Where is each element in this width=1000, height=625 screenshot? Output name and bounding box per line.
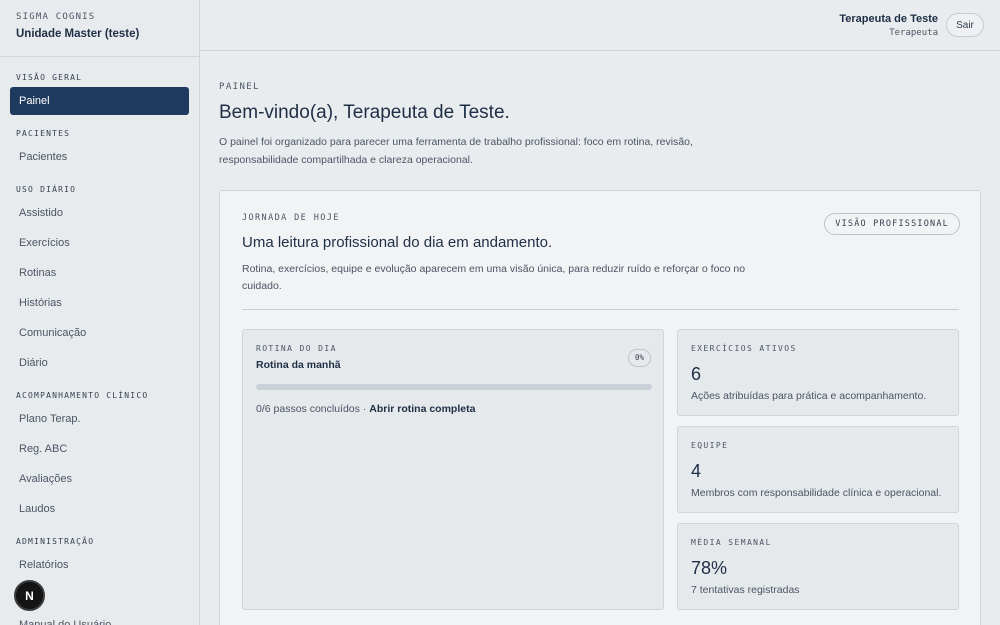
stat-card-team: EQUIPE 4 Membros com responsabilidade cl… [677,426,959,513]
routine-title: Rotina da manhã [256,359,341,371]
sidebar-item-rotinas[interactable]: Rotinas [10,259,189,287]
journey-kicker: JORNADA DE HOJE [242,213,340,223]
page-description: O painel foi organizado para parecer uma… [219,136,693,166]
page-title: Bem-vindo(a), Terapeuta de Teste. [219,102,510,123]
routine-progress-bar [256,384,652,390]
journey-description: Rotina, exercícios, equipe e evolução ap… [242,263,746,292]
logout-button[interactable]: Sair [946,13,984,37]
stat-value: 6 [691,364,702,384]
routine-status: 0/6 passos concluídos · Abrir rotina com… [256,403,475,415]
stat-kicker: EXERCÍCIOS ATIVOS [691,344,797,353]
user-name: Terapeuta de Teste [839,13,938,25]
routine-steps-text: 0/6 passos concluídos · [256,403,370,415]
routine-card: ROTINA DO DIA Rotina da manhã 0% 0/6 pas… [242,329,664,610]
stat-card-exercises: EXERCÍCIOS ATIVOS 6 Ações atribuídas par… [677,329,959,416]
stat-description: Ações atribuídas para prática e acompanh… [691,390,927,402]
user-role: Terapeuta [889,28,938,38]
unit-name: Unidade Master (teste) [16,28,140,40]
sidebar-item-pacientes[interactable]: Pacientes [10,143,189,171]
stat-description: 7 tentativas registradas [691,584,800,596]
sidebar-item-reg-abc[interactable]: Reg. ABC [10,435,189,463]
page-kicker: PAINEL [219,82,260,92]
stat-kicker: MÉDIA SEMANAL [691,538,772,547]
sidebar-item-manual[interactable]: Manual do Usuário [10,611,189,625]
nav-section-visao-geral: VISÃO GERAL [16,73,83,82]
sidebar-item-avaliacoes[interactable]: Avaliações [10,465,189,493]
brand-kicker: SIGMA COGNIS [16,12,96,22]
brand: SIGMA COGNIS Unidade Master (teste) [0,0,199,57]
stat-value: 78% [691,558,728,578]
sidebar-item-laudos[interactable]: Laudos [10,495,189,523]
nav-section-acompanhamento: ACOMPANHAMENTO CLÍNICO [16,391,149,400]
professional-view-badge: VISÃO PROFISSIONAL [824,213,960,235]
stat-value: 4 [691,461,702,481]
journey-title: Uma leitura profissional do dia em andam… [242,234,553,251]
nav-section-administracao: ADMINISTRAÇÃO [16,537,95,546]
stat-kicker: EQUIPE [691,441,729,450]
sidebar: SIGMA COGNIS Unidade Master (teste) VISÃ… [0,0,200,625]
sidebar-item-diario[interactable]: Diário [10,349,189,377]
open-routine-link[interactable]: Abrir rotina completa [369,403,475,415]
nav-section-uso-diario: USO DIÁRIO [16,185,77,194]
routine-kicker: ROTINA DO DIA [256,344,337,353]
stat-description: Membros com responsabilidade clínica e o… [691,487,942,499]
sidebar-item-historias[interactable]: Histórias [10,289,189,317]
nav-section-pacientes: PACIENTES [16,129,71,138]
topbar: Terapeuta de Teste Terapeuta Sair [200,0,1000,51]
sidebar-item-plano-terap[interactable]: Plano Terap. [10,405,189,433]
sidebar-item-painel[interactable]: Painel [10,87,189,115]
user-block: Terapeuta de Teste Terapeuta [839,13,938,38]
main-content: PAINEL Bem-vindo(a), Terapeuta de Teste.… [219,82,981,625]
divider [242,309,959,310]
routine-percent-badge: 0% [627,349,651,367]
next-dev-badge[interactable]: N [14,580,45,611]
stat-card-weekly-average: MÉDIA SEMANAL 78% 7 tentativas registrad… [677,523,959,610]
sidebar-item-comunicacao[interactable]: Comunicação [10,319,189,347]
sidebar-item-assistido[interactable]: Assistido [10,199,189,227]
journey-card: JORNADA DE HOJE VISÃO PROFISSIONAL Uma l… [219,190,981,625]
sidebar-item-exercicios[interactable]: Exercícios [10,229,189,257]
sidebar-item-relatorios[interactable]: Relatórios [10,551,189,579]
